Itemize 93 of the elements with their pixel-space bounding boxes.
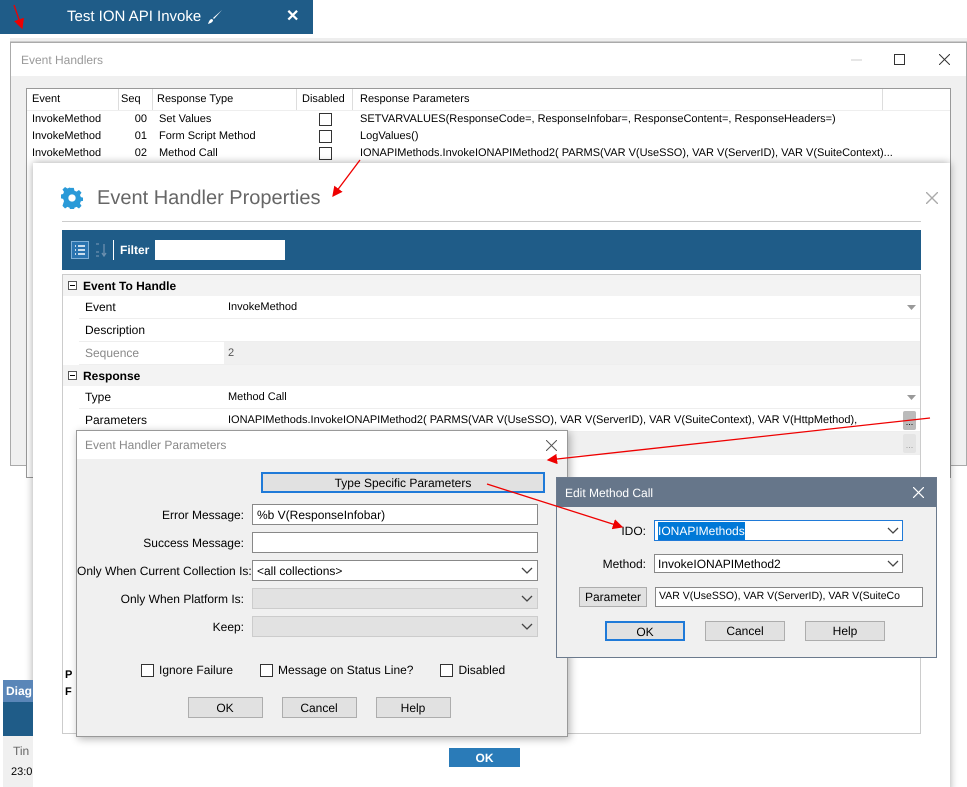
close-icon[interactable]	[939, 54, 950, 65]
dialog-button[interactable]: Help	[376, 697, 450, 718]
toolbar	[3, 702, 33, 736]
brush-icon	[207, 9, 224, 25]
property-value: IONAPIMethods.InvokeIONAPIMethod2( PARMS(VAR V(UseSSO), VAR V(ServerID), VAR V(SuiteContext), VAR V(HttpMethod),	[227, 412, 858, 428]
property-value: 2	[227, 346, 234, 361]
input-field[interactable]: VAR V(UseSSO), VAR V(ServerID), VAR V(SuiteCo	[655, 587, 923, 607]
property-label: Parameters	[85, 412, 148, 429]
dialog-button[interactable]: Help	[805, 621, 885, 641]
column-header[interactable]: Response Parameters	[353, 89, 883, 110]
dropdown-triangle-icon	[907, 394, 916, 400]
table-cell-text: InvokeMethod	[31, 129, 102, 144]
property-label: F	[65, 684, 72, 700]
maximize-icon[interactable]	[894, 54, 905, 65]
parameter-button[interactable]: Parameter	[579, 587, 647, 607]
property-value: Method Call	[227, 390, 287, 405]
table-cell-text: LogValues()	[359, 129, 418, 144]
table-cell-text: IONAPIMethods.InvokeIONAPIMethod2( PARMS(VAR V(UseSSO), VAR V(ServerID), VAR V(SuiteContext)...	[359, 146, 893, 162]
table-cell-text: 00	[134, 112, 148, 128]
dialog-title: Event Handler Properties	[97, 186, 320, 211]
property-label: Description	[85, 322, 146, 339]
dropdown-field[interactable]: IONAPIMethods	[654, 520, 903, 541]
property-value: InvokeMethod	[227, 300, 298, 315]
field-label: Success Message:	[142, 534, 245, 552]
chevron-down-icon	[521, 594, 533, 602]
dropdown-field[interactable]: InvokeIONAPIMethod2	[654, 554, 903, 573]
chevron-down-icon	[521, 566, 533, 574]
table-cell-text: InvokeMethod	[31, 112, 102, 128]
column-header[interactable]: Response Type	[153, 89, 297, 110]
list-view-icon[interactable]	[71, 241, 89, 259]
table-cell: 23:0	[11, 766, 32, 778]
field-label: Only When Current Collection Is:	[77, 562, 252, 580]
dropdown-triangle-icon	[907, 304, 916, 310]
chevron-down-icon	[521, 622, 533, 630]
field-label: Only When Platform Is:	[120, 590, 245, 608]
table-cell-text: Form Script Method	[158, 129, 257, 144]
dialog-button[interactable]: Cancel	[705, 621, 785, 641]
filter-label: Filter	[120, 242, 150, 259]
checkbox[interactable]	[319, 147, 332, 160]
checkbox[interactable]	[319, 113, 332, 126]
window-title: Event Handlers	[21, 52, 104, 68]
field-label: IDO:	[620, 522, 647, 540]
selected-text: IONAPIMethods	[658, 522, 745, 540]
property-label: Sequence	[85, 345, 140, 362]
gear-icon	[61, 187, 83, 209]
document-tab[interactable]: Test ION API Invoke ✕	[0, 0, 313, 34]
checkbox-label: Disabled	[458, 662, 506, 679]
table-cell-text: InvokeMethod	[31, 146, 102, 162]
section-title: Response	[83, 368, 140, 384]
close-button[interactable]: ✕	[286, 5, 299, 29]
collapse-toggle-icon[interactable]	[68, 281, 77, 290]
panel-title: Diag	[6, 683, 32, 700]
property-label: Type	[85, 389, 112, 406]
checkbox[interactable]	[319, 130, 332, 143]
property-label: Event	[85, 299, 116, 316]
column-header[interactable]: Seq	[119, 89, 153, 110]
tab-title: Test ION API Invoke	[67, 6, 202, 27]
checkbox-label: Message on Status Line?	[278, 662, 414, 679]
field-label: Method:	[602, 556, 647, 572]
column-header[interactable]: Event	[27, 89, 119, 110]
dropdown-field[interactable]: <all collections>	[252, 560, 538, 581]
table-cell-text: Method Call	[158, 146, 219, 162]
checkbox[interactable]	[260, 664, 274, 676]
checkbox[interactable]	[440, 664, 454, 676]
table-cell-text: SETVARVALUES(ResponseCode=, ResponseInfobar=, ResponseContent=, ResponseHeaders=)	[359, 112, 836, 128]
ellipsis-button[interactable]: ...	[903, 410, 916, 430]
checkbox-label: Ignore Failure	[159, 662, 234, 679]
field-label: Keep:	[212, 618, 245, 636]
dialog-title: Edit Method Call	[565, 484, 654, 502]
chevron-down-icon	[887, 560, 899, 568]
dialog-button[interactable]: OK	[188, 697, 262, 718]
type-specific-parameters-button[interactable]: Type Specific Parameters	[261, 472, 545, 493]
dialog-button[interactable]: Cancel	[282, 697, 356, 718]
collapse-toggle-icon[interactable]	[68, 371, 77, 380]
column-header[interactable]: Disabled	[297, 89, 353, 110]
annotation-arrow	[332, 160, 361, 198]
section-title: Event To Handle	[83, 278, 176, 294]
field-label: Error Message:	[160, 506, 245, 524]
input-field[interactable]	[252, 532, 538, 553]
filter-field[interactable]	[155, 240, 286, 260]
table-cell-text: Set Values	[158, 112, 212, 128]
table-cell-text: 02	[134, 146, 148, 162]
table-cell-text: 01	[134, 129, 148, 144]
close-icon[interactable]	[546, 440, 557, 450]
checkbox[interactable]	[141, 664, 154, 676]
ok-button[interactable]: OK	[449, 748, 520, 767]
chevron-down-icon	[887, 526, 899, 534]
column-header: Tin	[13, 744, 30, 758]
dialog-title: Event Handler Parameters	[85, 437, 226, 454]
dialog-button[interactable]: OK	[605, 621, 685, 641]
property-label: P	[65, 668, 72, 683]
input-field[interactable]: %b V(ResponseInfobar)	[252, 504, 538, 525]
annotation-arrow	[13, 4, 24, 30]
